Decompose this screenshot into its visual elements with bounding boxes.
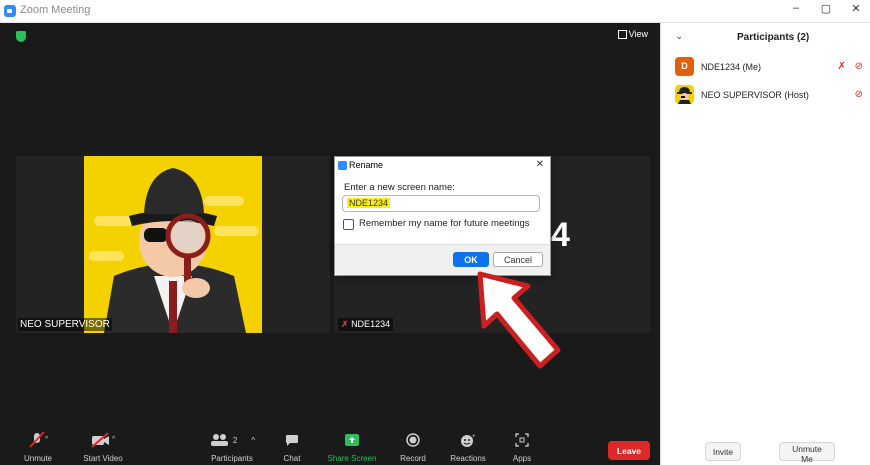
rename-dialog: Rename ✕ Enter a new screen name: NDE123… (334, 156, 551, 276)
unmute-label: Unmute (23, 454, 52, 463)
svg-text:^: ^ (45, 436, 49, 443)
share-screen-button[interactable]: Share Screen (325, 430, 379, 465)
participants-title: Participants (2) (737, 32, 810, 43)
tile-name-label: NEO SUPERVISOR (18, 318, 112, 331)
screen-name-input[interactable]: NDE1234 (342, 195, 540, 212)
security-shield-icon[interactable] (16, 31, 26, 42)
chat-icon (286, 434, 298, 446)
record-icon (406, 433, 420, 447)
invite-button[interactable]: Invite (705, 442, 741, 461)
share-screen-icon (345, 434, 359, 446)
participants-chevron-icon[interactable]: ^ (251, 436, 255, 445)
participants-count: 2 (232, 435, 238, 445)
participants-panel: ⌄ Participants (2) D NDE1234 (Me) ✗ ⊘ NE… (660, 23, 870, 465)
record-label: Record (400, 454, 426, 463)
chat-button[interactable]: Chat (277, 430, 307, 465)
mic-muted-icon: ✗ (341, 319, 349, 329)
participant-status-icons: ✗ ⊘ (837, 61, 863, 72)
apps-label: Apps (512, 454, 532, 463)
participants-button[interactable]: 2 ^ Participants (196, 430, 268, 465)
collapse-chevron-icon[interactable]: ⌄ (675, 31, 683, 42)
tile-name-text: NDE1234 (351, 319, 391, 329)
apps-button[interactable]: Apps (506, 430, 538, 465)
video-tile-neo-supervisor[interactable]: NEO SUPERVISOR (16, 156, 330, 333)
mic-off-icon: ^ (29, 431, 49, 448)
restore-button[interactable]: ▢ (816, 2, 836, 15)
dialog-header: Rename ✕ (335, 157, 550, 175)
view-label: View (628, 29, 648, 39)
video-off-icon: ⊘ (854, 89, 863, 100)
remember-name-checkbox[interactable] (343, 219, 354, 230)
dialog-close-button[interactable]: ✕ (536, 159, 544, 170)
svg-text:+: + (472, 434, 476, 440)
grid-icon (617, 30, 627, 40)
participant-name: NDE1234 (Me) (701, 62, 762, 72)
start-video-button[interactable]: ^ Start Video (75, 430, 131, 465)
svg-text:^: ^ (112, 436, 116, 443)
share-screen-label: Share Screen (327, 454, 377, 463)
window-title: Zoom Meeting (20, 4, 91, 16)
zoom-app-icon (338, 161, 347, 170)
participants-label: Participants (211, 454, 253, 463)
start-video-label: Start Video (83, 454, 123, 463)
chat-label: Chat (283, 454, 301, 463)
reactions-icon: + (461, 434, 476, 447)
mic-muted-icon: ✗ (837, 61, 846, 72)
apps-icon (515, 433, 529, 447)
spy-avatar-icon (677, 87, 692, 104)
close-window-button[interactable]: ✕ (846, 2, 866, 15)
remember-name-label[interactable]: Remember my name for future meetings (359, 218, 530, 229)
video-off-icon: ^ (91, 432, 116, 448)
unmute-me-button[interactable]: Unmute Me (779, 442, 835, 464)
screen-name-value: NDE1234 (347, 198, 391, 208)
meeting-toolbar: ^ Unmute ^ Start Video 2 ^ Participants C… (0, 430, 660, 465)
spy-avatar-image (84, 156, 262, 333)
reactions-label: Reactions (450, 454, 486, 463)
annotation-arrow-icon (477, 271, 561, 369)
participants-icon (210, 434, 228, 446)
avatar (675, 85, 694, 104)
screen-name-label: Enter a new screen name: (344, 182, 455, 193)
tile-name-label: ✗ NDE1234 (338, 318, 394, 331)
participant-row[interactable]: NEO SUPERVISOR (Host) ⊘ (675, 85, 867, 105)
minimize-button[interactable]: – (786, 2, 806, 14)
reactions-button[interactable]: + Reactions (446, 430, 490, 465)
dialog-title: Rename (349, 160, 384, 170)
zoom-app-icon (4, 5, 16, 17)
tile-big-text: 4 (551, 216, 570, 254)
view-button[interactable]: View (617, 29, 648, 40)
record-button[interactable]: Record (395, 430, 431, 465)
title-bar: Zoom Meeting – ▢ ✕ (0, 0, 870, 23)
leave-button[interactable]: Leave (608, 441, 650, 460)
meeting-area: View NEO SUPERVISOR 4 ✗ NDE1234 ^ Unmute… (0, 23, 660, 465)
participant-name: NEO SUPERVISOR (Host) (701, 90, 809, 100)
video-off-icon: ⊘ (854, 61, 863, 72)
avatar: D (675, 57, 694, 76)
unmute-button[interactable]: ^ Unmute (14, 430, 62, 465)
participant-row[interactable]: D NDE1234 (Me) ✗ ⊘ (675, 57, 867, 77)
participant-status-icons: ⊘ (855, 89, 863, 100)
